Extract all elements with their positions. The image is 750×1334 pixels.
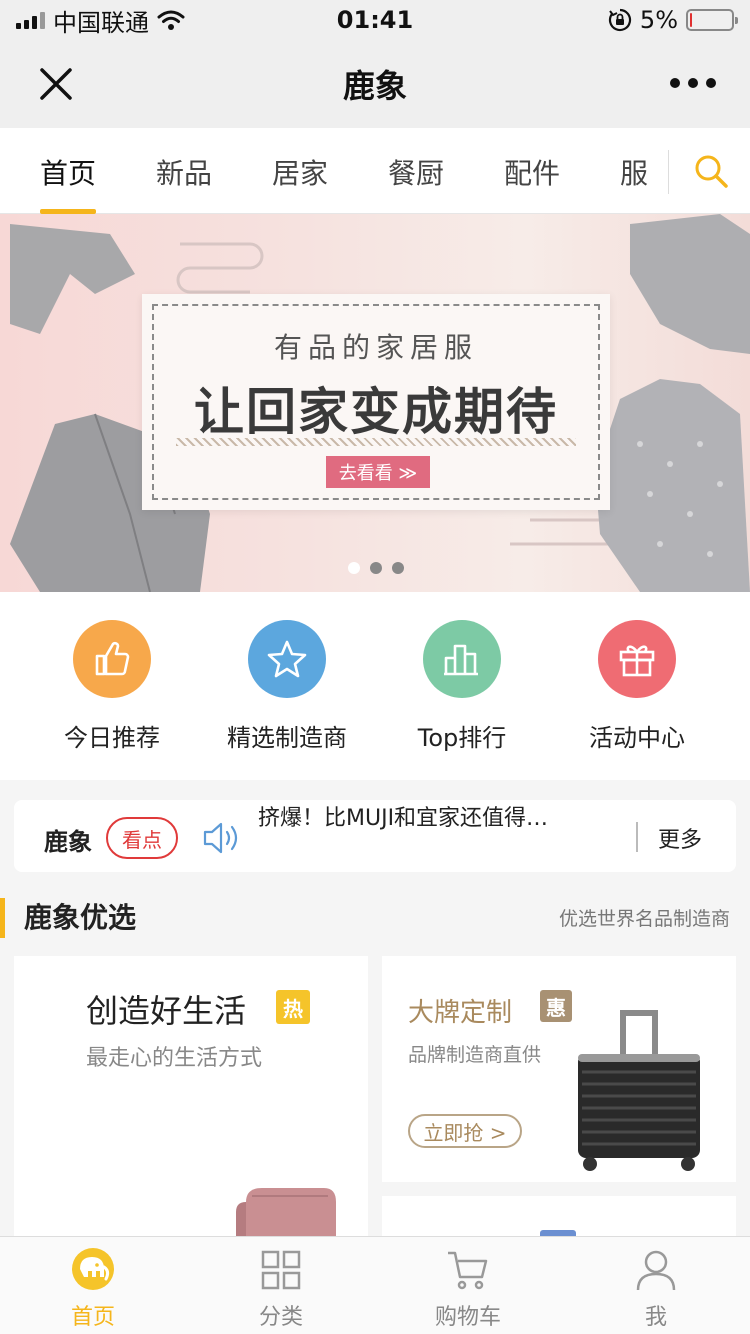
banner-stripe — [176, 438, 576, 446]
promo-card-brand-custom[interactable]: 大牌定制 惠 品牌制造商直供 立即抢 > — [382, 956, 736, 1182]
banner-dot[interactable] — [348, 562, 360, 574]
status-right: 5% — [608, 6, 738, 34]
close-icon[interactable] — [36, 64, 76, 104]
elephant-home-icon — [72, 1248, 114, 1290]
tab-clothing[interactable]: 服 — [620, 152, 648, 192]
cart-icon — [448, 1251, 488, 1290]
grid-icon — [261, 1250, 301, 1290]
tabbar-me[interactable]: 我 — [596, 1247, 716, 1331]
ranking-bars-icon — [423, 620, 501, 698]
banner-dot[interactable] — [392, 562, 404, 574]
card-subtitle: 最走心的生活方式 — [86, 1046, 263, 1071]
search-icon[interactable] — [692, 152, 730, 190]
ticker-more-link[interactable]: 更多 — [658, 822, 702, 854]
banner-pagination — [348, 562, 404, 574]
quick-entry-label: Top排行 — [417, 724, 507, 752]
tabbar-label: 我 — [644, 1305, 667, 1330]
carrier-label: 中国联通 — [53, 8, 149, 37]
quick-entry-ranking[interactable]: Top排行 — [374, 620, 550, 753]
ticker-brand: 鹿象 — [44, 828, 92, 856]
section-subtitle: 优选世界名品制造商 — [558, 908, 730, 930]
wifi-icon — [157, 10, 185, 30]
signal-icon — [16, 11, 45, 29]
user-icon — [636, 1250, 676, 1291]
banner-subtitle: 有品的家居服 — [273, 331, 478, 364]
quick-entry-today[interactable]: 今日推荐 — [24, 620, 200, 753]
gift-icon — [598, 620, 676, 698]
card-subtitle: 品牌制造商直供 — [408, 1044, 542, 1066]
quick-entries: 今日推荐 精选制造商 Top排行 活动中心 — [0, 592, 750, 780]
banner-dot[interactable] — [370, 562, 382, 574]
tabbar-label: 分类 — [258, 1305, 303, 1330]
banner-go-button[interactable]: 去看看 ≫ — [326, 456, 430, 488]
page-title: 鹿象 — [342, 67, 407, 105]
more-icon[interactable] — [670, 78, 716, 88]
bottom-tab-bar: 首页 分类 购物车 我 — [0, 1236, 750, 1334]
banner-title: 让回家变成期待 — [194, 382, 558, 441]
tabs-divider — [668, 150, 669, 194]
speaker-icon — [203, 822, 238, 854]
quick-entry-makers[interactable]: 精选制造商 — [199, 620, 375, 753]
ticker-divider — [636, 822, 638, 852]
battery-percent: 5% — [639, 6, 678, 34]
card-title: 大牌定制 — [408, 998, 513, 1028]
quick-entry-events[interactable]: 活动中心 — [549, 620, 725, 753]
ticker-headline[interactable]: 挤爆！比MUJI和宜家还值得… — [258, 800, 634, 832]
status-time: 01:41 — [336, 6, 414, 34]
thumbs-up-icon — [73, 620, 151, 698]
card-title: 创造好生活 — [86, 992, 247, 1030]
luggage-image — [578, 1010, 700, 1171]
tabbar-home[interactable]: 首页 — [33, 1247, 153, 1331]
quick-entry-label: 今日推荐 — [64, 724, 160, 752]
category-tabs: 首页 新品 居家 餐厨 配件 服 — [0, 128, 750, 214]
hot-tag: 热 — [276, 990, 310, 1024]
tab-home[interactable]: 首页 — [40, 152, 96, 192]
news-ticker[interactable]: 鹿象 看点 挤爆！比MUJI和宜家还值得… 更多 — [14, 800, 736, 872]
banner-card-frame: 有品的家居服 让回家变成期待 去看看 ≫ — [152, 304, 600, 500]
tabbar-label: 购物车 — [434, 1305, 501, 1330]
tab-kitchen[interactable]: 餐厨 — [388, 152, 444, 192]
promo-banner[interactable]: 有品的家居服 让回家变成期待 去看看 ≫ — [0, 214, 750, 592]
tab-home-living[interactable]: 居家 — [272, 152, 328, 192]
promo-card-good-life[interactable]: 创造好生活 热 最走心的生活方式 — [14, 956, 368, 1246]
banner-card: 有品的家居服 让回家变成期待 去看看 ≫ — [142, 294, 610, 510]
section-header: 鹿象优选 优选世界名品制造商 — [0, 888, 750, 948]
tabbar-cart[interactable]: 购物车 — [408, 1247, 528, 1331]
tabbar-category[interactable]: 分类 — [221, 1247, 341, 1331]
discount-tag: 惠 — [540, 990, 572, 1022]
status-bar: 中国联通 01:41 5% — [0, 0, 750, 40]
quick-entry-label: 精选制造商 — [227, 724, 347, 752]
section-accent-bar — [0, 898, 5, 938]
tab-new[interactable]: 新品 — [156, 152, 212, 192]
quick-entry-label: 活动中心 — [589, 724, 685, 752]
grab-now-button[interactable]: 立即抢 > — [408, 1114, 522, 1148]
tabbar-label: 首页 — [70, 1305, 115, 1330]
status-left: 中国联通 — [16, 3, 185, 38]
tab-accessories[interactable]: 配件 — [504, 152, 560, 192]
section-title: 鹿象优选 — [24, 901, 137, 934]
battery-level — [690, 13, 693, 27]
sofa-image — [236, 1188, 336, 1246]
orientation-lock-icon — [608, 8, 632, 32]
battery-icon — [686, 9, 738, 31]
star-icon — [248, 620, 326, 698]
ticker-badge: 看点 — [106, 817, 178, 859]
nav-bar: 鹿象 — [0, 40, 750, 128]
